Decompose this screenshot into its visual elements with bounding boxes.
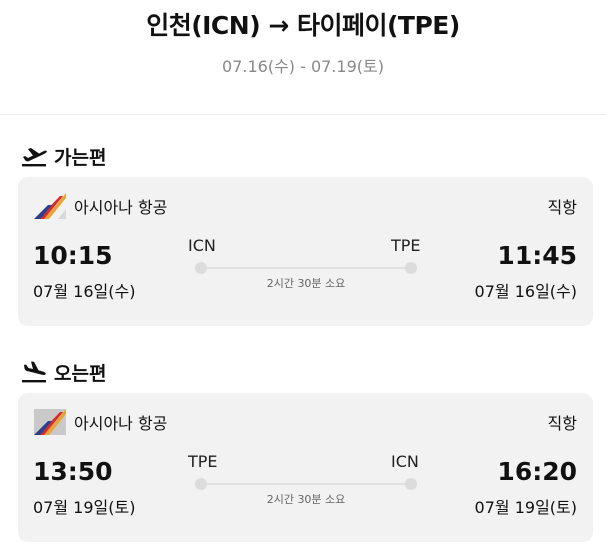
asiana-logo-icon — [34, 193, 66, 219]
route-end-dot — [405, 262, 417, 274]
airline-name: 아시아나 항공 — [74, 198, 168, 217]
trip-summary-header: 인천(ICN) → 타이페이(TPE) 07.16(수) - 07.19(토) — [0, 0, 606, 115]
departure-airport-code: ICN — [188, 236, 216, 255]
plane-takeoff-icon — [22, 148, 47, 167]
inbound-label: 오는편 — [54, 362, 107, 385]
arrival-airport-code: TPE — [391, 236, 421, 255]
outbound-flight-card[interactable]: 아시아나 항공 직항 10:15 07월 16일(수) ICN TPE 2시간 … — [18, 177, 593, 326]
flight-duration: 2시간 30분 소요 — [266, 493, 346, 506]
route-start-dot — [195, 262, 207, 274]
flight-duration: 2시간 30분 소요 — [266, 277, 346, 290]
inbound-section-header: 오는편 — [20, 359, 106, 385]
trip-dates: 07.16(수) - 07.19(토) — [222, 57, 384, 76]
departure-time: 10:15 — [33, 241, 113, 270]
flight-route-line — [201, 483, 411, 485]
departure-time: 13:50 — [33, 457, 113, 486]
airline-name: 아시아나 항공 — [74, 414, 168, 433]
inbound-flight-card[interactable]: 아시아나 항공 직항 13:50 07월 19일(토) TPE ICN 2시간 … — [18, 393, 593, 542]
arrival-date: 07월 19일(토) — [474, 498, 577, 517]
route-title: 인천(ICN) → 타이페이(TPE) — [146, 11, 460, 40]
outbound-section-header: 가는편 — [20, 143, 106, 169]
departure-airport-code: TPE — [188, 452, 218, 471]
route-end-dot — [405, 478, 417, 490]
arrival-date: 07월 16일(수) — [474, 282, 577, 301]
arrival-time: 11:45 — [497, 241, 577, 270]
flight-type-badge: 직항 — [547, 414, 577, 433]
arrival-airport-code: ICN — [391, 452, 419, 471]
flight-type-badge: 직항 — [547, 198, 577, 217]
departure-date: 07월 16일(수) — [33, 282, 136, 301]
route-start-dot — [195, 478, 207, 490]
asiana-logo-icon — [34, 409, 66, 435]
departure-date: 07월 19일(토) — [33, 498, 136, 517]
flight-route-line — [201, 267, 411, 269]
plane-landing-icon — [22, 361, 46, 383]
arrival-time: 16:20 — [497, 457, 577, 486]
outbound-label: 가는편 — [54, 146, 107, 169]
